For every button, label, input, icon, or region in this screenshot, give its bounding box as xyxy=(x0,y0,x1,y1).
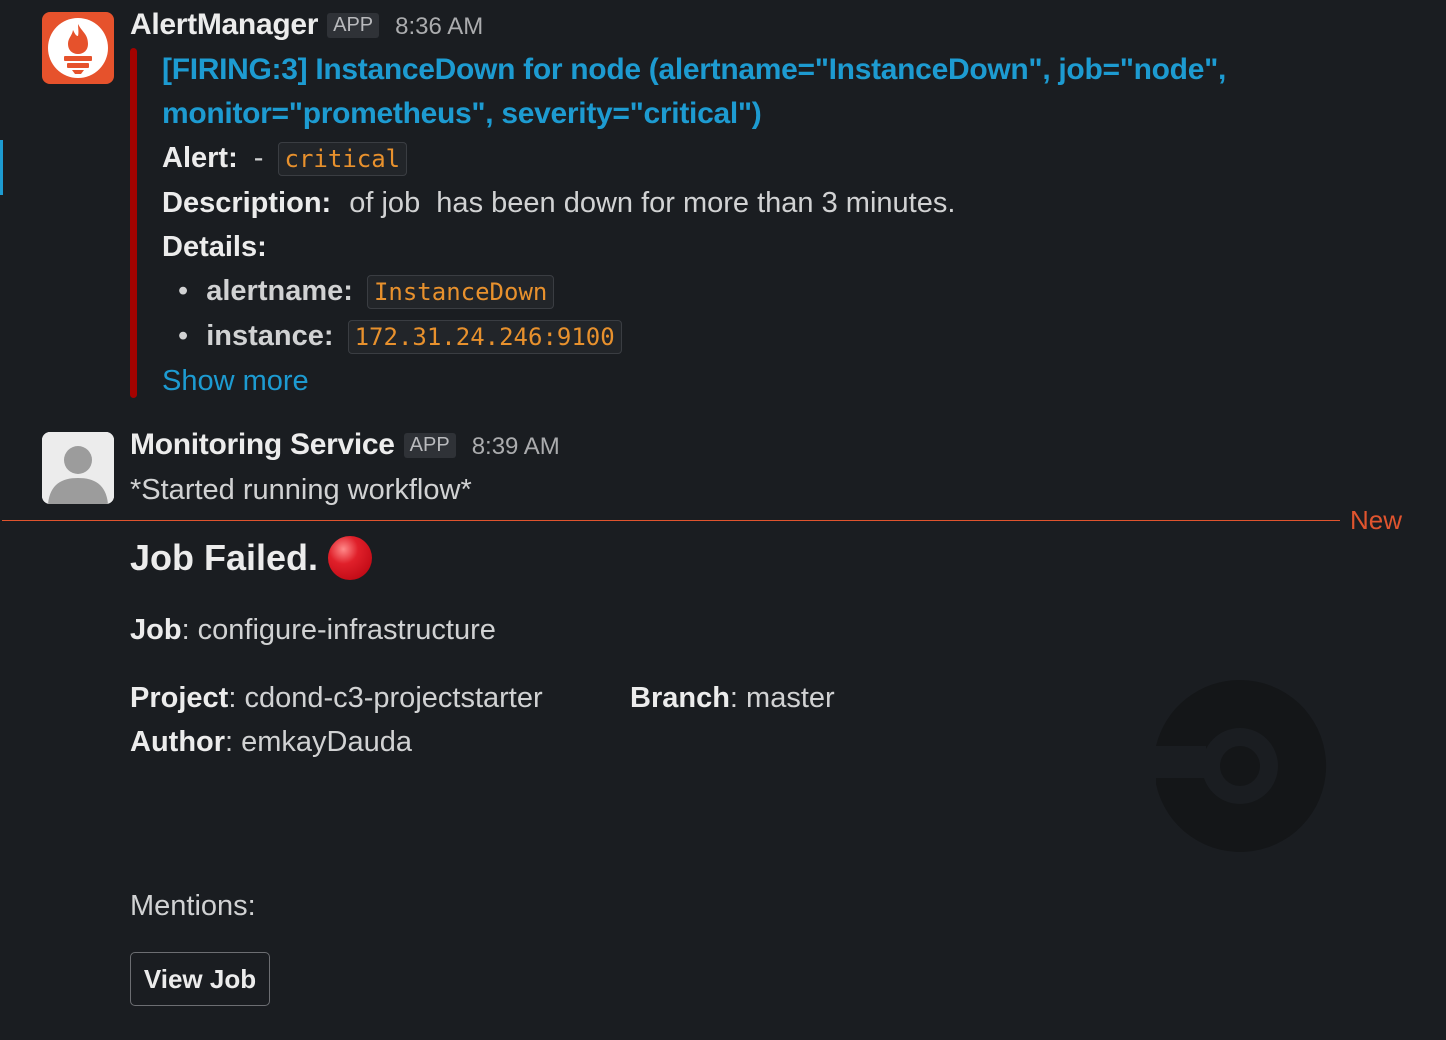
new-messages-label: New xyxy=(1350,505,1403,535)
prometheus-logo-icon[interactable] xyxy=(42,12,114,84)
project-value: : cdond-c3-projectstarter xyxy=(228,682,543,714)
timestamp[interactable]: 8:39 AM xyxy=(472,433,560,461)
detail-value-code: 172.31.24.246:9100 xyxy=(347,320,622,354)
detail-key: instance: xyxy=(206,320,334,352)
description-text: of job has been down for more than 3 min… xyxy=(349,187,956,219)
message-monitoring-service: Monitoring Service APP 8:39 AM *Started … xyxy=(0,420,1446,520)
alert-attachment: [FIRING:3] InstanceDown for node (alertn… xyxy=(162,48,1416,403)
job-title-text: Job Failed. xyxy=(130,537,319,578)
description-line: Description: of job has been down for mo… xyxy=(162,181,1416,225)
list-item: instance: 172.31.24.246:9100 xyxy=(178,314,1416,359)
alert-label: Alert: xyxy=(162,142,238,174)
mentions-label: Mentions: xyxy=(130,890,256,922)
alert-separator: - xyxy=(253,142,264,174)
circleci-logo-icon xyxy=(1150,676,1330,856)
app-badge: APP xyxy=(327,13,380,38)
author-value: : emkayDauda xyxy=(225,726,413,758)
message-header: Monitoring Service APP 8:39 AM xyxy=(130,428,560,462)
job-field: Job: configure-infrastructure xyxy=(130,614,496,647)
show-more-link[interactable]: Show more xyxy=(162,359,1416,403)
message-text: *Started running workflow* xyxy=(130,474,472,506)
red-circle-icon xyxy=(328,536,373,580)
list-item: alertname: InstanceDown xyxy=(178,269,1416,314)
job-title: Job Failed. xyxy=(130,536,373,580)
detail-value-code: InstanceDown xyxy=(366,275,555,309)
sender-name[interactable]: AlertManager xyxy=(130,8,318,42)
job-label: Job xyxy=(130,614,182,646)
attachment-color-bar xyxy=(130,48,137,398)
author-field: Author: emkayDauda xyxy=(130,726,412,759)
project-field: Project: cdond-c3-projectstarter xyxy=(130,682,543,715)
details-label: Details: xyxy=(162,231,267,263)
app-badge: APP xyxy=(403,433,456,458)
branch-label: Branch xyxy=(630,682,730,714)
sender-name[interactable]: Monitoring Service xyxy=(130,428,395,462)
mentions-field: Mentions: xyxy=(130,890,256,923)
message-alertmanager: AlertManager APP 8:36 AM [FIRING:3] Inst… xyxy=(0,0,1446,410)
author-label: Author xyxy=(130,726,226,758)
description-label: Description: xyxy=(162,187,332,219)
branch-field: Branch: master xyxy=(630,682,835,715)
project-label: Project xyxy=(130,682,229,714)
default-user-icon[interactable] xyxy=(42,432,114,504)
branch-value: : master xyxy=(729,682,835,714)
message-header: AlertManager APP 8:36 AM xyxy=(130,8,483,42)
new-messages-divider xyxy=(2,520,1340,521)
alert-severity-line: Alert: - critical xyxy=(162,136,1416,181)
detail-key: alertname: xyxy=(206,275,353,307)
timestamp[interactable]: 8:36 AM xyxy=(395,13,483,41)
job-value: : configure-infrastructure xyxy=(181,614,496,646)
severity-code: critical xyxy=(277,142,408,176)
alert-title-link[interactable]: [FIRING:3] InstanceDown for node (alertn… xyxy=(162,48,1416,136)
details-list: alertname: InstanceDown instance: 172.31… xyxy=(162,269,1416,359)
details-heading: Details: xyxy=(162,225,1416,269)
view-job-button[interactable]: View Job xyxy=(130,952,270,1006)
